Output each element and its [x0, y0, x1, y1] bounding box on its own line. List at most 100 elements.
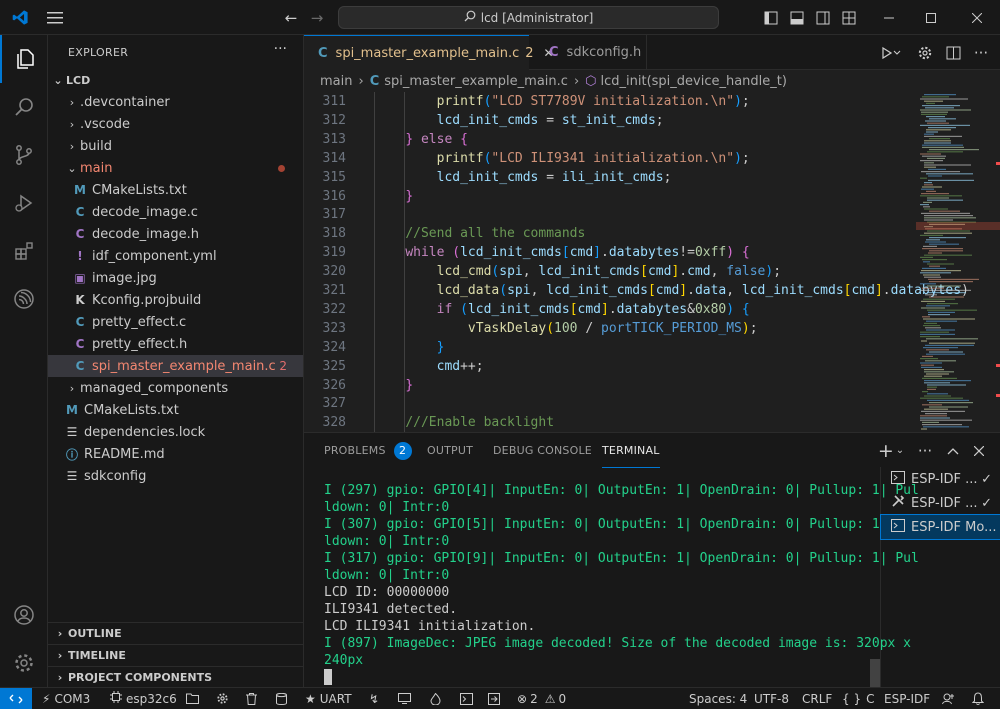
code-editor[interactable]: 311 printf("LCD ST7789V initialization.\…: [304, 92, 1000, 432]
folder-item[interactable]: ⌄ main: [48, 157, 303, 179]
file-item[interactable]: ☰ dependencies.lock: [48, 421, 303, 443]
split-editor-icon[interactable]: [940, 35, 966, 70]
extensions-icon[interactable]: [0, 227, 48, 275]
framework[interactable]: ESP-IDF: [884, 688, 930, 709]
indentation[interactable]: Spaces: 4: [689, 688, 747, 709]
chevron-right-icon: ›: [69, 139, 75, 153]
breadcrumb-file[interactable]: spi_master_example_main.c: [384, 74, 568, 89]
end-of-line[interactable]: CRLF: [802, 688, 832, 709]
back-arrow-icon[interactable]: ←: [280, 0, 302, 35]
explorer-title: EXPLORER: [68, 46, 129, 59]
source-control-icon[interactable]: [0, 131, 48, 179]
settings-gear-icon[interactable]: [0, 639, 48, 687]
more-actions-icon[interactable]: ···: [968, 35, 994, 70]
error-count: 2: [530, 691, 538, 706]
terminal-line: ldown: 0| Intr:0: [324, 534, 450, 549]
close-icon[interactable]: [954, 0, 1000, 35]
workspace-root[interactable]: ⌄ LCD: [48, 69, 303, 91]
tab-output[interactable]: OUTPUT: [427, 433, 473, 468]
more-actions-icon[interactable]: ···: [912, 433, 938, 468]
explorer-icon[interactable]: [0, 35, 48, 83]
gear-icon[interactable]: [216, 688, 229, 709]
feedback-icon[interactable]: [942, 688, 955, 709]
notifications-bell-icon[interactable]: [972, 688, 984, 709]
run-debug-icon[interactable]: [0, 179, 48, 227]
esp-idf-icon[interactable]: [0, 275, 48, 323]
problems-summary[interactable]: ⊗ 2 ⚠ 0: [517, 688, 566, 709]
line-number: 318: [322, 226, 346, 242]
breadcrumb-folder[interactable]: main: [320, 74, 352, 89]
database-icon[interactable]: [276, 688, 287, 709]
terminal-list-item[interactable]: ESP-IDF ... ✓: [881, 467, 1000, 491]
workspace-root-label: LCD: [66, 73, 91, 87]
search-icon[interactable]: [0, 83, 48, 131]
account-icon[interactable]: [0, 591, 48, 639]
flash-method[interactable]: ★ UART: [305, 688, 352, 709]
tab-spi-master-example-main[interactable]: C spi_master_example_main.c 2 ✕: [304, 35, 554, 70]
minimize-icon[interactable]: [866, 0, 912, 35]
gear-icon[interactable]: [912, 35, 938, 70]
minimap[interactable]: [916, 92, 1000, 432]
more-actions-icon[interactable]: ···: [274, 41, 287, 57]
command-center[interactable]: lcd [Administrator]: [338, 6, 719, 29]
folder-item[interactable]: › managed_components: [48, 377, 303, 399]
new-terminal-dropdown-icon[interactable]: + ⌄: [876, 433, 906, 468]
serial-port[interactable]: ⚡︎ COM3: [42, 688, 90, 709]
terminal-list: ESP-IDF ... ✓ ESP-IDF ... ✓ ESP-IDF Mo..…: [880, 467, 1000, 688]
tab-debug-console[interactable]: DEBUG CONSOLE: [493, 433, 592, 468]
language-mode[interactable]: { } C: [842, 688, 874, 709]
maximize-panel-icon[interactable]: [940, 433, 966, 468]
tab-sdkconfig-h[interactable]: C sdkconfig.h: [529, 35, 647, 70]
file-item[interactable]: Cpretty_effect.c: [48, 311, 303, 333]
code-line: lcd_data(spi, lcd_init_cmds[cmd].data, l…: [436, 283, 969, 298]
monitor-icon[interactable]: [398, 688, 411, 709]
lightning-icon[interactable]: ↯: [369, 688, 379, 709]
project-components-section[interactable]: › PROJECT COMPONENTS: [48, 666, 303, 688]
file-item[interactable]: Cdecode_image.c: [48, 201, 303, 223]
tab-terminal[interactable]: TERMINAL: [602, 433, 660, 468]
forward-arrow-icon[interactable]: →: [306, 0, 328, 35]
terminal-list-item[interactable]: ESP-IDF Mo...: [880, 514, 1000, 540]
line-number: 319: [322, 245, 346, 261]
file-item[interactable]: M CMakeLists.txt: [48, 399, 303, 421]
maximize-icon[interactable]: [908, 0, 954, 35]
file-item[interactable]: Cpretty_effect.h: [48, 333, 303, 355]
timeline-section[interactable]: › TIMELINE: [48, 644, 303, 666]
image-file-icon: ▣: [74, 271, 86, 285]
run-debug-dropdown-icon[interactable]: [876, 35, 906, 70]
outline-section[interactable]: › OUTLINE: [48, 622, 303, 644]
code-line: vTaskDelay(100 / portTICK_PERIOD_MS);: [467, 320, 758, 336]
file-item[interactable]: ⓘ README.md: [48, 443, 303, 465]
folder-icon[interactable]: [186, 688, 199, 709]
terminal-icon[interactable]: [460, 688, 473, 709]
menu-icon[interactable]: [44, 0, 66, 35]
toggle-sidebar-icon[interactable]: [760, 0, 782, 35]
file-item[interactable]: Cspi_master_example_main.c 2: [48, 355, 303, 377]
toggle-secondary-sidebar-icon[interactable]: [812, 0, 834, 35]
trash-icon[interactable]: [246, 688, 257, 709]
folder-item[interactable]: › build: [48, 135, 303, 157]
close-panel-icon[interactable]: [966, 433, 992, 468]
encoding[interactable]: UTF-8: [754, 688, 789, 709]
file-item[interactable]: ▣ image.jpg: [48, 267, 303, 289]
folder-item[interactable]: › .devcontainer: [48, 91, 303, 113]
toggle-panel-icon[interactable]: [786, 0, 808, 35]
file-item[interactable]: K Kconfig.projbuild: [48, 289, 303, 311]
file-item[interactable]: M CMakeLists.txt: [48, 179, 303, 201]
terminal-list-item[interactable]: ESP-IDF ... ✓: [881, 491, 1000, 515]
folder-item[interactable]: › .vscode: [48, 113, 303, 135]
flame-icon[interactable]: [430, 688, 441, 709]
remote-indicator-icon[interactable]: [0, 688, 32, 709]
breadcrumb-symbol[interactable]: lcd_init(spi_device_handle_t): [601, 74, 787, 89]
file-item[interactable]: ☰ sdkconfig: [48, 465, 303, 487]
yaml-file-icon: !: [77, 249, 83, 263]
tab-problems[interactable]: PROBLEMS 2: [324, 433, 412, 468]
tree-item-label: image.jpg: [92, 270, 157, 286]
terminal-scrollbar[interactable]: [870, 659, 880, 687]
file-item[interactable]: ! idf_component.yml: [48, 245, 303, 267]
open-editor-icon[interactable]: [488, 688, 500, 709]
customize-layout-icon[interactable]: [838, 0, 860, 35]
file-item[interactable]: Cdecode_image.h: [48, 223, 303, 245]
target-device[interactable]: esp32c6: [110, 688, 177, 709]
line-number: 321: [322, 283, 346, 298]
